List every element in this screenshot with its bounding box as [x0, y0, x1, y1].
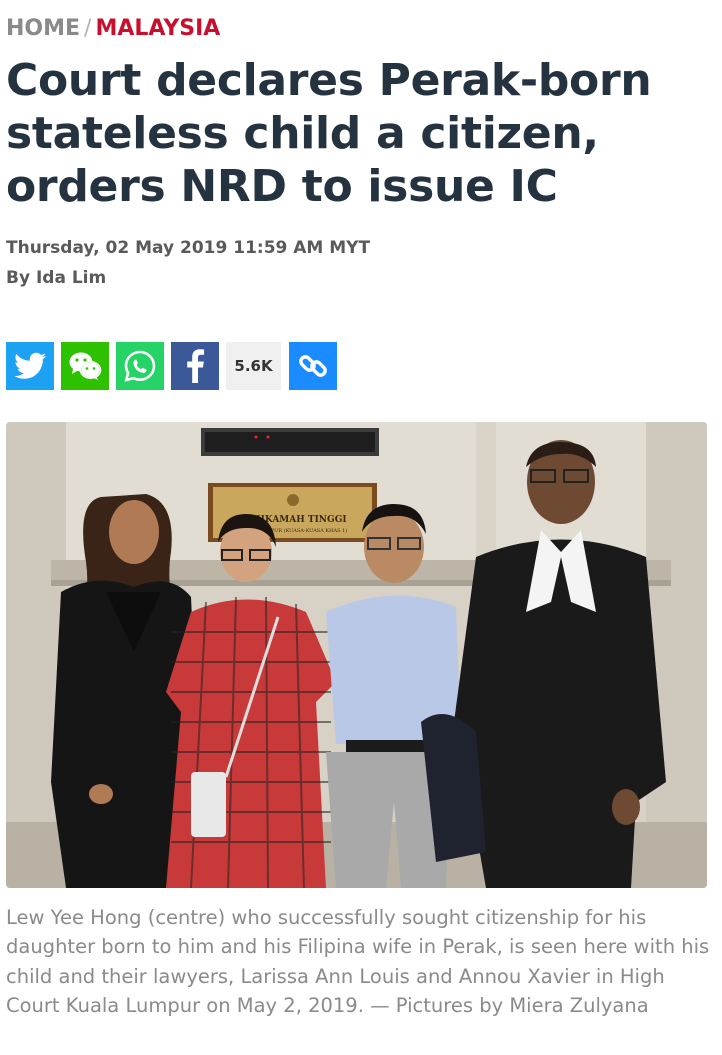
whatsapp-share-button[interactable]: [116, 342, 164, 390]
whatsapp-icon: [124, 350, 156, 382]
share-bar: 5.6K: [6, 342, 344, 390]
breadcrumb: HOME / MALAYSIA: [6, 16, 220, 41]
article-headline: Court declares Perak-born stateless chil…: [6, 55, 652, 212]
facebook-share-button[interactable]: [171, 342, 219, 390]
breadcrumb-separator: /: [84, 16, 92, 41]
facebook-icon: [187, 349, 205, 383]
copy-link-button[interactable]: [289, 342, 337, 390]
twitter-icon: [14, 352, 46, 379]
photo-caption: Lew Yee Hong (centre) who successfully s…: [6, 906, 710, 1018]
article-date: Thursday, 02 May 2019 11:59 AM MYT: [6, 238, 371, 258]
court-photo-illustration: MAHKAMAH TINGGI KUALA LUMPUR (KUASA-KUAS…: [6, 422, 707, 888]
wechat-icon: [69, 352, 102, 380]
wechat-share-button[interactable]: [61, 342, 109, 390]
article-author: By Ida Lim: [6, 268, 107, 288]
share-count: 5.6K: [226, 342, 281, 390]
breadcrumb-section-link[interactable]: MALAYSIA: [95, 16, 220, 41]
breadcrumb-home-link[interactable]: HOME: [6, 16, 80, 41]
link-icon: [299, 355, 327, 377]
article-photo: MAHKAMAH TINGGI KUALA LUMPUR (KUASA-KUAS…: [6, 422, 707, 888]
twitter-share-button[interactable]: [6, 342, 54, 390]
